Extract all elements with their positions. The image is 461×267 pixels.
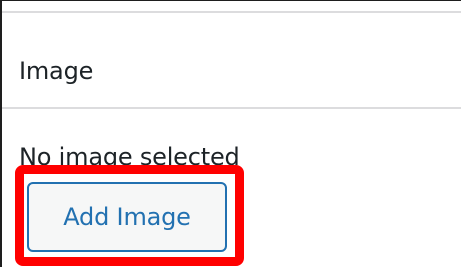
image-panel: Image No image selected Add Image — [0, 0, 461, 267]
top-divider — [2, 11, 461, 13]
no-image-status: No image selected — [19, 143, 240, 171]
add-image-button[interactable]: Add Image — [27, 182, 227, 252]
section-title: Image — [19, 57, 94, 85]
section-divider — [2, 107, 461, 109]
